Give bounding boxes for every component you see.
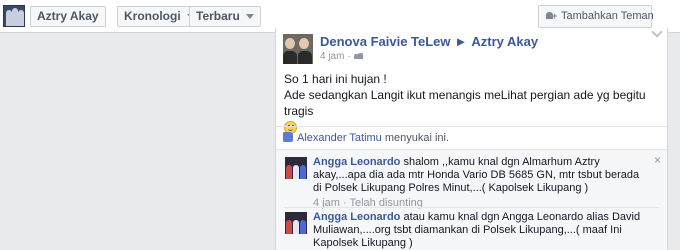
add-friend-button[interactable]: Tambahkan Teman — [538, 5, 654, 28]
friends-audience-icon[interactable] — [353, 53, 363, 59]
kronologi-label: Kronologi — [124, 9, 181, 23]
comment-author-link[interactable]: Angga Leonardo — [313, 156, 400, 168]
terbaru-dropdown[interactable]: Terbaru — [189, 6, 261, 27]
meta-separator: · — [347, 51, 351, 62]
add-friend-label: Tambahkan Teman — [561, 10, 654, 22]
likes-summary: Alexander Tatimu menyukai ini. — [283, 132, 449, 144]
likes-text: menyukai ini. — [381, 132, 450, 144]
post-author-link[interactable]: Denova Faivie TeLew — [320, 34, 451, 49]
comment-author-link[interactable]: Angga Leonardo — [313, 211, 400, 223]
thumbs-up-icon — [283, 132, 293, 142]
comment-body: Angga Leonardo shalom ,,kamu knal dgn Al… — [313, 156, 649, 210]
post-text-line-1: So 1 hari ini hujan ! — [284, 72, 387, 86]
post-header: Denova Faivie TeLew ► Aztry Akay — [320, 34, 538, 49]
post-text-line-2: Ade sedangkan Langit ikut menangis meLih… — [284, 88, 646, 118]
comment-meta: 4 jam · Telah disunting — [313, 197, 649, 210]
profile-name-button[interactable]: Aztry Akay — [30, 6, 106, 27]
commenter-avatar[interactable] — [285, 157, 307, 179]
commenter-avatar[interactable] — [285, 212, 307, 234]
chevron-down-icon — [245, 14, 254, 20]
post-card: Denova Faivie TeLew ► Aztry Akay 4 jam · So… — [275, 26, 668, 250]
divider — [276, 149, 667, 150]
post-timestamp[interactable]: 4 jam — [320, 51, 344, 62]
comment-body: Angga Leonardo atau kamu knal dgn Angga … — [313, 211, 649, 250]
post-body: So 1 hari ini hujan ! Ade sedangkan Lang… — [284, 71, 664, 138]
add-friend-icon — [546, 6, 557, 27]
post-options-chevron-icon[interactable] — [651, 26, 663, 38]
author-avatar[interactable] — [283, 34, 313, 64]
divider — [276, 126, 667, 127]
arrow-right-icon: ► — [454, 34, 468, 49]
close-icon[interactable]: × — [654, 153, 661, 167]
comments-section: Angga Leonardo shalom ,,kamu knal dgn Al… — [276, 149, 667, 250]
post-target-link[interactable]: Aztry Akay — [471, 34, 538, 49]
profile-thumbnail[interactable] — [3, 5, 25, 27]
post-meta: 4 jam · — [320, 51, 363, 62]
divider — [284, 207, 659, 208]
liker-name-link[interactable]: Alexander Tatimu — [297, 132, 382, 144]
terbaru-label: Terbaru — [196, 9, 240, 23]
